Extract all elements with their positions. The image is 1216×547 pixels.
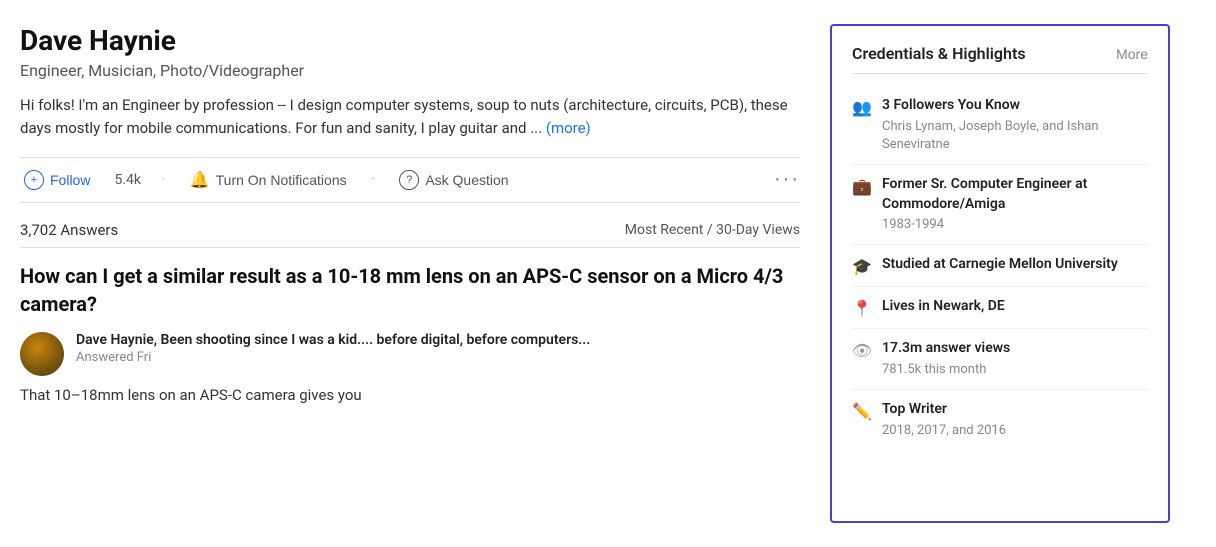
cred-title-2[interactable]: Studied at Carnegie Mellon University (882, 255, 1118, 275)
credential-item-5: ✏️ Top Writer 2018, 2017, and 2016 (852, 390, 1148, 450)
sidebar-header: Credentials & Highlights More (852, 44, 1148, 74)
credential-item-2: 🎓 Studied at Carnegie Mellon University (852, 245, 1148, 287)
cred-icon-5: ✏️ (852, 402, 872, 440)
cred-content-2: Studied at Carnegie Mellon University (882, 255, 1118, 276)
cred-subtitle-1: 1983-1994 (882, 216, 1148, 234)
separator-1: · (161, 169, 166, 190)
bell-icon: 🔔 (190, 170, 210, 190)
answers-count: 3,702 Answers (20, 221, 118, 239)
cred-content-3: Lives in Newark, DE (882, 297, 1005, 318)
bio-text: Hi folks! I'm an Engineer by profession … (20, 96, 788, 137)
notifications-button[interactable]: 🔔 Turn On Notifications (186, 168, 351, 192)
credential-item-1: 💼 Former Sr. Computer Engineer at Commod… (852, 165, 1148, 245)
bio-more-link[interactable]: (more) (546, 119, 591, 137)
more-options-button[interactable]: ··· (774, 168, 800, 191)
cred-title-5[interactable]: Top Writer (882, 400, 1006, 420)
question-item: How can I get a similar result as a 10-1… (20, 262, 800, 407)
cred-subtitle-4: 781.5k this month (882, 361, 1010, 379)
ask-question-button[interactable]: ? Ask Question (395, 168, 512, 192)
cred-icon-1: 💼 (852, 177, 872, 234)
follow-button[interactable]: + Follow (20, 168, 94, 192)
profile-header: Dave Haynie Engineer, Musician, Photo/Vi… (20, 24, 800, 141)
answer-meta: Dave Haynie, Been shooting since I was a… (76, 332, 590, 376)
cred-icon-4: 👁 (852, 341, 872, 379)
follow-count: 5.4k (114, 172, 141, 188)
cred-content-1: Former Sr. Computer Engineer at Commodor… (882, 175, 1148, 234)
follow-icon: + (24, 170, 44, 190)
answers-header: 3,702 Answers Most Recent / 30-Day Views (20, 221, 800, 248)
cred-content-4: 17.3m answer views 781.5k this month (882, 339, 1010, 379)
cred-title-0[interactable]: 3 Followers You Know (882, 96, 1148, 116)
answer-snippet: That 10–18mm lens on an APS-C camera giv… (20, 384, 800, 407)
cred-icon-0: 👥 (852, 98, 872, 154)
credential-item-3: 📍 Lives in Newark, DE (852, 287, 1148, 329)
profile-name: Dave Haynie (20, 24, 800, 57)
avatar (20, 332, 64, 376)
credential-item-0: 👥 3 Followers You Know Chris Lynam, Jose… (852, 86, 1148, 165)
answer-author: Dave Haynie, Been shooting since I was a… (76, 332, 590, 348)
cred-content-5: Top Writer 2018, 2017, and 2016 (882, 400, 1006, 440)
credential-item-4: 👁 17.3m answer views 781.5k this month (852, 329, 1148, 390)
question-title[interactable]: How can I get a similar result as a 10-1… (20, 262, 800, 318)
cred-icon-2: 🎓 (852, 257, 872, 276)
profile-bio: Hi folks! I'm an Engineer by profession … (20, 94, 800, 141)
cred-icon-3: 📍 (852, 299, 872, 318)
profile-tagline: Engineer, Musician, Photo/Videographer (20, 61, 800, 80)
credentials-sidebar: Credentials & Highlights More 👥 3 Follow… (830, 24, 1170, 523)
cred-subtitle-0: Chris Lynam, Joseph Boyle, and Ishan Sen… (882, 118, 1148, 154)
cred-title-4[interactable]: 17.3m answer views (882, 339, 1010, 359)
sidebar-more-button[interactable]: More (1116, 46, 1148, 62)
separator-2: · (371, 169, 376, 190)
answers-sort: Most Recent / 30-Day Views (625, 222, 800, 238)
question-icon: ? (399, 170, 419, 190)
cred-title-3[interactable]: Lives in Newark, DE (882, 297, 1005, 317)
answer-preview: Dave Haynie, Been shooting since I was a… (20, 332, 800, 376)
answer-timestamp: Answered Fri (76, 350, 590, 365)
credentials-list: 👥 3 Followers You Know Chris Lynam, Jose… (852, 86, 1148, 450)
action-bar: + Follow 5.4k · 🔔 Turn On Notifications … (20, 157, 800, 203)
cred-title-1[interactable]: Former Sr. Computer Engineer at Commodor… (882, 175, 1148, 214)
main-content: Dave Haynie Engineer, Musician, Photo/Vi… (20, 24, 800, 523)
sidebar-title: Credentials & Highlights (852, 44, 1026, 63)
cred-subtitle-5: 2018, 2017, and 2016 (882, 422, 1006, 440)
cred-content-0: 3 Followers You Know Chris Lynam, Joseph… (882, 96, 1148, 154)
avatar-image (20, 332, 64, 376)
